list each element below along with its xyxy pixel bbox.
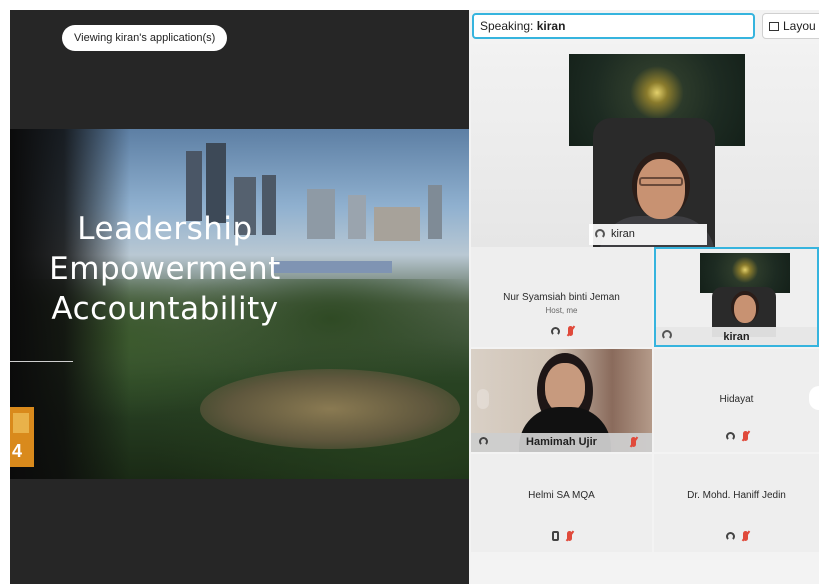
muted-mic-icon <box>631 437 636 447</box>
muted-mic-icon <box>742 431 748 441</box>
slide-title-line-3: Accountability <box>51 291 279 327</box>
muted-mic-icon <box>742 531 748 541</box>
video-person-face <box>637 159 685 219</box>
video-person-face <box>734 295 756 323</box>
active-speaker-video[interactable]: kiran <box>471 44 819 247</box>
slide-title-line-1: Leadership <box>77 211 253 247</box>
slide-photo-lake <box>200 369 460 449</box>
screen-share-view: Viewing kiran's application(s) Leadershi… <box>10 10 469 584</box>
layout-button[interactable]: Layou <box>762 13 819 39</box>
layout-icon <box>769 22 779 31</box>
main-video-name-tag: kiran <box>589 224 707 245</box>
participant-status <box>654 531 819 544</box>
participant-tile[interactable]: Hidayat <box>654 349 819 452</box>
participant-tile[interactable]: Nur Syamsiah binti Jeman Host, me <box>471 247 652 347</box>
participant-role: Host, me <box>545 306 578 315</box>
slide-photo-building <box>374 207 420 241</box>
participant-status <box>471 326 652 339</box>
headset-icon <box>595 229 605 239</box>
scroll-left-arrow[interactable] <box>477 389 489 409</box>
layout-label: Layou <box>783 19 816 33</box>
viewing-application-pill[interactable]: Viewing kiran's application(s) <box>62 25 228 51</box>
slide-title-line-2: Empowerment <box>49 251 281 287</box>
meeting-panel: Speaking: kiran Layou kiran Nur Syamsiah… <box>469 10 819 584</box>
headset-icon <box>550 327 560 336</box>
participant-name: Dr. Mohd. Haniff Jedin <box>687 490 786 501</box>
headset-icon <box>479 437 488 446</box>
participant-tile-video[interactable]: kiran <box>654 247 819 347</box>
slide-photo-building <box>348 195 366 239</box>
active-speaker-bar: Speaking: kiran <box>472 13 755 39</box>
participant-name: Nur Syamsiah binti Jeman <box>503 292 620 303</box>
muted-mic-icon <box>567 326 573 336</box>
scroll-right-arrow[interactable] <box>809 386 819 410</box>
speaking-label: Speaking: <box>480 19 534 33</box>
participant-status <box>471 531 652 544</box>
participant-name-tag: Hamimah Ujir <box>471 433 652 452</box>
participant-tile-video[interactable]: Hamimah Ujir <box>471 349 652 452</box>
participant-status <box>654 431 819 444</box>
participant-tile[interactable]: Helmi SA MQA <box>471 454 652 552</box>
participant-name: Helmi SA MQA <box>528 490 595 501</box>
video-person-glasses <box>639 177 683 186</box>
speaking-name: kiran <box>536 19 566 33</box>
slide-logo: 4 <box>10 407 34 467</box>
headset-icon <box>725 432 735 441</box>
video-person-face <box>545 363 585 413</box>
headset-icon <box>662 330 672 340</box>
presentation-slide: Leadership Empowerment Accountability 4 <box>10 129 469 479</box>
muted-mic-icon <box>566 531 572 541</box>
slide-divider <box>10 361 73 362</box>
participant-name-tag: kiran <box>656 327 817 345</box>
phone-icon <box>551 531 559 541</box>
participant-name: Hidayat <box>719 394 754 405</box>
headset-icon <box>725 532 735 541</box>
participant-tile[interactable]: Dr. Mohd. Haniff Jedin <box>654 454 819 552</box>
slide-photo-building <box>428 185 442 239</box>
